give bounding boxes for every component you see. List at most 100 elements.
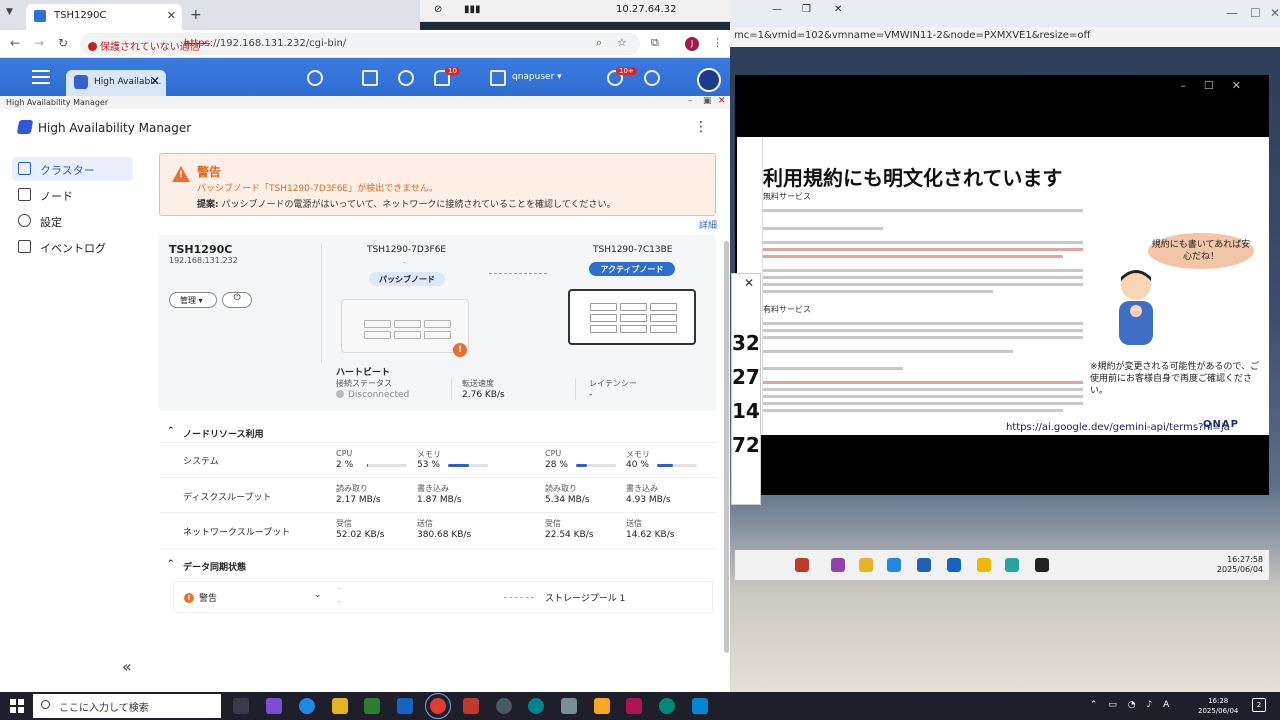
user-menu[interactable]: qnapuser ▾ bbox=[512, 72, 562, 82]
folder-icon[interactable] bbox=[859, 558, 873, 572]
warning-icon: ! bbox=[453, 343, 467, 357]
manage-button[interactable]: 管理 ▾ bbox=[169, 292, 217, 308]
copilot-icon[interactable] bbox=[266, 698, 282, 714]
app-icon[interactable] bbox=[463, 698, 479, 714]
qnap-logo-icon[interactable] bbox=[697, 68, 721, 92]
store-icon[interactable] bbox=[917, 558, 931, 572]
sidebar-item-cluster[interactable]: クラスター bbox=[12, 157, 133, 181]
data-sync-header[interactable]: ⌃ データ同期状態 bbox=[159, 556, 716, 576]
omnibox[interactable]: 保護されていない通信 https://192.168.131.232/cgi-b… bbox=[80, 33, 640, 55]
back-icon[interactable]: ← bbox=[10, 36, 20, 50]
active-nas-illustration[interactable] bbox=[568, 289, 696, 345]
power-button[interactable]: ⏻ bbox=[222, 292, 252, 308]
stack-icon[interactable] bbox=[362, 70, 378, 86]
close-icon[interactable]: ✕ bbox=[718, 96, 726, 106]
profile-avatar[interactable]: J bbox=[685, 37, 699, 51]
close-icon[interactable]: ✕ bbox=[167, 9, 176, 22]
sync-row[interactable]: ! 警告 ⌄ - - ストレージプール 1 bbox=[173, 581, 713, 613]
sync-icon[interactable] bbox=[398, 70, 414, 86]
qts-app-tab[interactable]: High Availabi... ✕ bbox=[66, 70, 166, 96]
maximize-icon[interactable]: ▣ bbox=[703, 96, 712, 106]
status-dot-icon bbox=[336, 390, 344, 398]
windows-start-icon[interactable] bbox=[10, 699, 24, 713]
zoom-icon[interactable]: ⌕ bbox=[596, 36, 602, 50]
slide-link[interactable]: https://ai.google.dev/gemini-api/terms?h… bbox=[1006, 422, 1230, 433]
store-icon[interactable] bbox=[364, 698, 380, 714]
search-app-icon[interactable] bbox=[659, 698, 675, 714]
taskbar-search[interactable]: ここに入力して検索 bbox=[33, 694, 221, 718]
task-view-icon[interactable] bbox=[233, 698, 249, 714]
cpu-label: CPU bbox=[336, 449, 353, 458]
tab-search-icon[interactable]: ▼ bbox=[6, 7, 13, 17]
chevron-down-icon[interactable]: ⌄ bbox=[314, 590, 322, 600]
browser-menu-icon[interactable]: ⋮ bbox=[712, 36, 723, 49]
reload-icon[interactable]: ↻ bbox=[58, 36, 68, 50]
dashboard-icon[interactable] bbox=[644, 70, 660, 86]
ha-manager-window: High Availability Manager – ▣ ✕ High Ava… bbox=[0, 96, 730, 692]
tool-icon[interactable] bbox=[795, 558, 809, 572]
app-icon[interactable] bbox=[1005, 558, 1019, 572]
main-menu-icon[interactable] bbox=[32, 70, 50, 84]
right-url-bar[interactable]: mc=1&vmid=102&vmname=VMWIN11-2&node=PXMX… bbox=[730, 27, 1280, 47]
edge-icon[interactable] bbox=[299, 698, 315, 714]
close-icon[interactable]: ✕ bbox=[1270, 6, 1280, 20]
outlook-icon[interactable] bbox=[397, 698, 413, 714]
node-resources-header[interactable]: ⌃ ノードリソース利用 bbox=[159, 423, 716, 443]
read-value: 2.17 MB/s bbox=[336, 495, 381, 505]
minimize-icon[interactable]: — bbox=[772, 4, 782, 15]
send-value: 380.68 KB/s bbox=[417, 530, 472, 540]
edge-icon[interactable] bbox=[887, 558, 901, 572]
url-path: ://192.168.131.232/cgi-bin/ bbox=[209, 38, 347, 49]
restore-icon[interactable]: ❐ bbox=[802, 4, 811, 15]
insecure-badge[interactable]: 保護されていない通信 bbox=[88, 38, 200, 53]
weather-icon[interactable] bbox=[977, 558, 991, 572]
browser-icon[interactable] bbox=[528, 698, 544, 714]
more-options-icon[interactable]: ⋮ bbox=[694, 119, 708, 135]
sidebar-item-settings[interactable]: 設定 bbox=[12, 209, 133, 233]
remote-window-controls[interactable]: –☐✕ bbox=[1180, 79, 1259, 92]
close-icon[interactable]: ✕ bbox=[732, 274, 760, 290]
notification-center-icon[interactable]: 2 bbox=[1252, 698, 1266, 712]
chrome-icon[interactable] bbox=[425, 693, 451, 719]
folder-icon[interactable] bbox=[332, 698, 348, 714]
node-link-line bbox=[489, 273, 547, 274]
network-app-icon[interactable] bbox=[496, 698, 512, 714]
sidebar-item-node[interactable]: ノード bbox=[12, 183, 133, 207]
cpu-bar-fill bbox=[367, 464, 368, 467]
write-label: 書き込み bbox=[626, 484, 658, 493]
system-tray[interactable]: ⌃ ▭ ◔ ♪ A bbox=[1090, 700, 1173, 710]
user-icon[interactable] bbox=[490, 70, 506, 86]
extensions-icon[interactable]: ⧉ bbox=[651, 36, 659, 50]
remote-clock: 16:27:58 2025/06/04 bbox=[1217, 555, 1263, 575]
passive-nas-illustration[interactable] bbox=[341, 299, 469, 353]
taskbar-clock[interactable]: 16:28 2025/06/04 bbox=[1198, 696, 1238, 716]
bookmark-star-icon[interactable]: ☆ bbox=[617, 36, 627, 49]
close-icon[interactable]: ✕ bbox=[150, 74, 160, 88]
url-scheme: https bbox=[184, 38, 210, 49]
app-title: High Availability Manager bbox=[38, 121, 192, 135]
terminal-icon[interactable] bbox=[594, 698, 610, 714]
browser-tab[interactable]: TSH1290C ✕ bbox=[26, 4, 182, 30]
cluster-icon bbox=[18, 162, 31, 175]
search-icon[interactable] bbox=[307, 70, 323, 86]
image-app-icon[interactable] bbox=[626, 698, 642, 714]
media-icon[interactable] bbox=[1035, 558, 1049, 572]
close-icon[interactable]: ✕ bbox=[834, 4, 842, 15]
minimize-icon[interactable]: — bbox=[1226, 6, 1238, 20]
memory-bar bbox=[448, 464, 488, 467]
mute-icon[interactable]: ⊘ bbox=[434, 4, 442, 15]
collapse-sidebar-icon[interactable]: « bbox=[122, 657, 132, 676]
new-tab-icon[interactable]: + bbox=[190, 7, 202, 23]
remote-desktop-icon[interactable] bbox=[561, 698, 577, 714]
scrollbar[interactable] bbox=[724, 241, 729, 653]
maximize-icon[interactable]: ☐ bbox=[1250, 6, 1261, 20]
drive-bay bbox=[590, 314, 617, 322]
forward-icon[interactable]: → bbox=[34, 36, 44, 50]
minimize-icon[interactable]: – bbox=[688, 96, 693, 106]
outlook-icon[interactable] bbox=[947, 558, 961, 572]
sidebar-item-event-log[interactable]: イベントログ bbox=[12, 235, 133, 259]
detail-link[interactable]: 詳細 bbox=[699, 218, 717, 231]
copilot-icon[interactable] bbox=[831, 558, 845, 572]
qfinder-icon[interactable] bbox=[692, 698, 708, 714]
url-text[interactable]: https://192.168.131.232/cgi-bin/ bbox=[184, 38, 346, 49]
